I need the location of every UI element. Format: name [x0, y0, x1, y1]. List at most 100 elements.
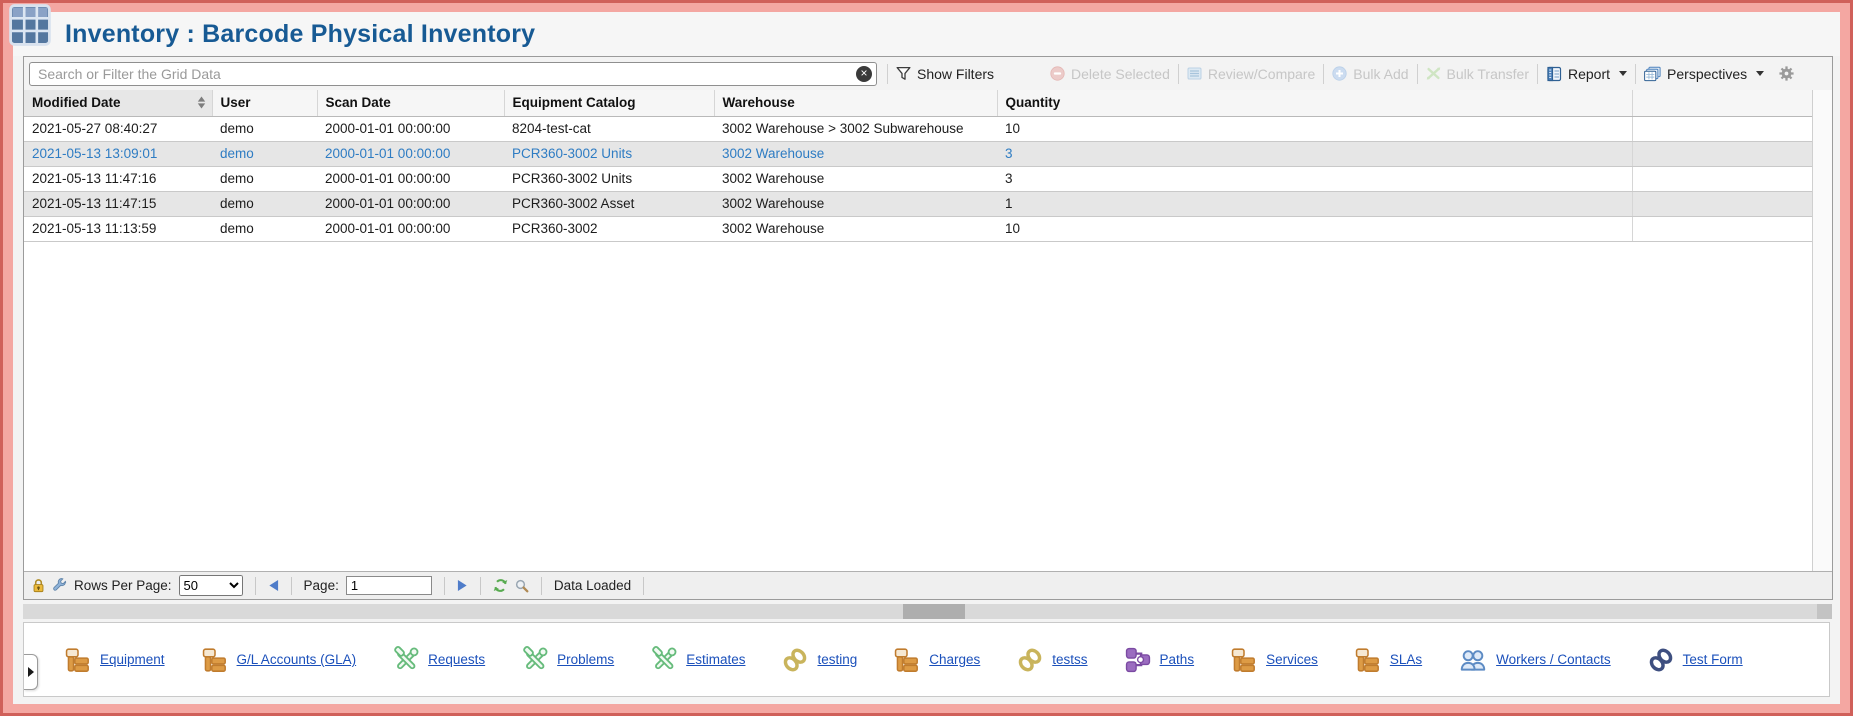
- search-input[interactable]: [29, 62, 877, 86]
- table-row-selected[interactable]: 2021-05-13 13:09:01 demo 2000-01-01 00:0…: [24, 141, 1812, 166]
- pager-divider: [291, 577, 292, 595]
- problems-link[interactable]: Problems: [557, 652, 614, 667]
- header-row: Modified Date User Scan Date Equipment C…: [24, 90, 1812, 116]
- cell-empty: [1632, 191, 1812, 216]
- cell-empty: [1632, 116, 1812, 141]
- settings-button[interactable]: [1778, 65, 1795, 82]
- page-input[interactable]: [346, 576, 432, 595]
- column-header-warehouse[interactable]: Warehouse: [714, 90, 997, 116]
- column-header-equipment-catalog[interactable]: Equipment Catalog: [504, 90, 714, 116]
- column-header-quantity[interactable]: Quantity: [997, 90, 1632, 116]
- pager-divider: [480, 577, 481, 595]
- column-header-user[interactable]: User: [212, 90, 317, 116]
- review-compare-label: Review/Compare: [1208, 66, 1315, 82]
- show-filters-button[interactable]: Show Filters: [888, 61, 1002, 87]
- link-testss: testss: [1016, 646, 1087, 674]
- slas-link[interactable]: SLAs: [1390, 652, 1422, 667]
- cell-modified-date: 2021-05-13 13:09:01: [24, 141, 212, 166]
- cell-scan-date: 2000-01-01 00:00:00: [317, 216, 504, 241]
- left-triangle-icon: [268, 579, 279, 592]
- report-label: Report: [1568, 66, 1610, 82]
- perspectives-button[interactable]: Perspectives: [1636, 61, 1772, 87]
- scrollbar-thumb[interactable]: [903, 604, 965, 619]
- testing-link[interactable]: testing: [817, 652, 857, 667]
- table-row[interactable]: 2021-05-13 11:47:16 demo 2000-01-01 00:0…: [24, 166, 1812, 191]
- cell-warehouse: 3002 Warehouse > 3002 Subwarehouse: [714, 116, 997, 141]
- cell-quantity: 3: [997, 166, 1632, 191]
- cell-modified-date: 2021-05-13 11:13:59: [24, 216, 212, 241]
- cell-user: demo: [212, 166, 317, 191]
- delete-selected-button[interactable]: Delete Selected: [1042, 61, 1178, 87]
- cell-quantity: 1: [997, 191, 1632, 216]
- bulk-add-button[interactable]: Bulk Add: [1324, 61, 1416, 87]
- page-label: Page:: [304, 578, 339, 593]
- cell-modified-date: 2021-05-27 08:40:27: [24, 116, 212, 141]
- magnifier-icon: [515, 579, 529, 593]
- rows-per-page-select[interactable]: 50: [179, 575, 243, 596]
- cell-user: demo: [212, 141, 317, 166]
- right-triangle-icon: [28, 667, 34, 677]
- catalog-tree-icon: [64, 646, 92, 674]
- cell-user: demo: [212, 191, 317, 216]
- link-estimates: Estimates: [650, 646, 745, 674]
- rows-per-page-label: Rows Per Page:: [74, 578, 172, 593]
- perspectives-label: Perspectives: [1667, 66, 1747, 82]
- cell-modified-date: 2021-05-13 11:47:16: [24, 166, 212, 191]
- link-test-form: Test Form: [1647, 646, 1743, 674]
- pager-divider: [643, 577, 644, 595]
- window-frame: Inventory : Barcode Physical Inventory ×…: [0, 0, 1853, 716]
- previous-page-button[interactable]: [268, 579, 279, 592]
- cell-empty: [1632, 166, 1812, 191]
- grid-toolbar: × Show Filters Delete Selected: [24, 57, 1832, 90]
- pagination-bar: Rows Per Page: 50 Page:: [24, 571, 1832, 599]
- report-notebook-icon: [1546, 66, 1562, 82]
- services-link[interactable]: Services: [1266, 652, 1318, 667]
- column-header-scan-date[interactable]: Scan Date: [317, 90, 504, 116]
- report-button[interactable]: Report: [1538, 61, 1635, 87]
- workers-contacts-link[interactable]: Workers / Contacts: [1496, 652, 1611, 667]
- expand-panel-handle[interactable]: [24, 654, 38, 690]
- test-form-link[interactable]: Test Form: [1683, 652, 1743, 667]
- table-row[interactable]: 2021-05-27 08:40:27 demo 2000-01-01 00:0…: [24, 116, 1812, 141]
- column-header-empty: [1632, 90, 1812, 116]
- gl-accounts-link[interactable]: G/L Accounts (GLA): [237, 652, 357, 667]
- zoom-button[interactable]: [515, 579, 529, 593]
- cell-warehouse: 3002 Warehouse: [714, 216, 997, 241]
- vertical-scrollbar[interactable]: [1812, 90, 1832, 571]
- chevron-down-icon: [1756, 71, 1764, 76]
- column-header-modified-date[interactable]: Modified Date: [24, 90, 212, 116]
- requests-link[interactable]: Requests: [428, 652, 485, 667]
- paths-link[interactable]: Paths: [1160, 652, 1195, 667]
- paths-icon: [1124, 646, 1152, 674]
- table-row[interactable]: 2021-05-13 11:47:15 demo 2000-01-01 00:0…: [24, 191, 1812, 216]
- people-icon: [1458, 646, 1488, 674]
- clear-search-icon[interactable]: ×: [856, 66, 872, 82]
- cell-modified-date: 2021-05-13 11:47:15: [24, 191, 212, 216]
- testss-link[interactable]: testss: [1052, 652, 1087, 667]
- table-row[interactable]: 2021-05-13 11:13:59 demo 2000-01-01 00:0…: [24, 216, 1812, 241]
- delete-selected-label: Delete Selected: [1071, 66, 1170, 82]
- estimates-link[interactable]: Estimates: [686, 652, 745, 667]
- cell-scan-date: 2000-01-01 00:00:00: [317, 141, 504, 166]
- next-page-button[interactable]: [457, 579, 468, 592]
- tools-icon: [392, 646, 420, 674]
- list-box-icon: [1187, 66, 1202, 81]
- equipment-link[interactable]: Equipment: [100, 652, 165, 667]
- chain-gold-icon: [1016, 646, 1044, 674]
- tools-icon: [650, 646, 678, 674]
- scrollbar-end-button[interactable]: [1817, 604, 1832, 619]
- review-compare-button[interactable]: Review/Compare: [1179, 61, 1323, 87]
- refresh-button[interactable]: [493, 578, 508, 593]
- chain-gold-icon: [781, 646, 809, 674]
- bulk-transfer-button[interactable]: Bulk Transfer: [1418, 61, 1537, 87]
- bulk-add-label: Bulk Add: [1353, 66, 1408, 82]
- charges-link[interactable]: Charges: [929, 652, 980, 667]
- link-paths: Paths: [1124, 646, 1195, 674]
- cell-quantity: 10: [997, 216, 1632, 241]
- wrench-icon[interactable]: [52, 578, 67, 593]
- catalog-tree-icon: [1230, 646, 1258, 674]
- cell-user: demo: [212, 116, 317, 141]
- catalog-tree-icon: [201, 646, 229, 674]
- horizontal-scrollbar[interactable]: [23, 604, 1832, 619]
- link-equipment: Equipment: [64, 646, 165, 674]
